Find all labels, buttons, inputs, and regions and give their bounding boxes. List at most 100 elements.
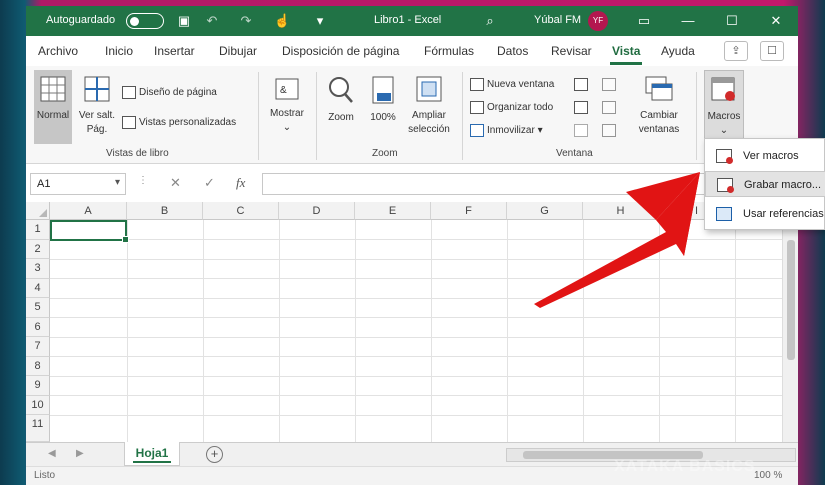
prev-sheet-icon[interactable]: ◀ bbox=[48, 448, 56, 459]
tab-vista[interactable]: Vista bbox=[609, 44, 643, 65]
ribbon-display-icon[interactable]: ▭ bbox=[636, 13, 652, 29]
view-macros-icon bbox=[716, 149, 733, 164]
cambiar-label: Cambiar bbox=[640, 110, 678, 121]
switch-windows-button[interactable]: Cambiar ventanas bbox=[628, 70, 690, 144]
row-header[interactable]: 10 bbox=[26, 395, 50, 415]
zoom-level[interactable]: 100 % bbox=[754, 470, 782, 481]
maximize-icon[interactable]: ☐ bbox=[724, 13, 740, 29]
tab-inicio[interactable]: Inicio bbox=[105, 44, 133, 58]
comments-icon[interactable]: ☐ bbox=[760, 41, 784, 61]
arrange-all-button[interactable]: Organizar todo bbox=[470, 99, 553, 117]
sheet-tab-hoja1[interactable]: Hoja1 bbox=[124, 442, 180, 466]
touch-mode-icon[interactable]: ☝ bbox=[274, 13, 290, 29]
macros-button[interactable]: Macros ⌄ bbox=[704, 70, 744, 144]
split-icon[interactable] bbox=[574, 76, 591, 94]
name-box[interactable]: A1 bbox=[30, 173, 126, 195]
share-icon[interactable]: ⇪ bbox=[724, 41, 748, 61]
column-header[interactable]: F bbox=[431, 202, 507, 220]
menu-item-label: Usar referencias relativas bbox=[743, 208, 825, 220]
select-all-corner[interactable] bbox=[26, 202, 50, 220]
row-header[interactable]: 8 bbox=[26, 356, 50, 376]
zoom-100-button[interactable]: 100% bbox=[364, 70, 402, 144]
close-icon[interactable]: ✕ bbox=[768, 13, 784, 29]
group-label-vistas: Vistas de libro bbox=[106, 148, 169, 159]
column-header[interactable]: A bbox=[50, 202, 127, 220]
tab-datos[interactable]: Datos bbox=[497, 44, 528, 58]
redo-icon[interactable]: ↷ bbox=[238, 13, 254, 29]
new-window-button[interactable]: Nueva ventana bbox=[470, 76, 554, 94]
column-header[interactable]: C bbox=[203, 202, 279, 220]
row-header[interactable]: 7 bbox=[26, 337, 50, 357]
tab-archivo[interactable]: Archivo bbox=[38, 44, 78, 58]
row-header[interactable]: 6 bbox=[26, 317, 50, 337]
undo-icon[interactable]: ↶ bbox=[204, 13, 220, 29]
zoom-100-label: 100% bbox=[370, 112, 396, 123]
menu-item-referencias-relativas[interactable]: Usar referencias relativas bbox=[705, 201, 825, 227]
reset-position-icon[interactable] bbox=[602, 122, 619, 140]
tab-formulas[interactable]: Fórmulas bbox=[424, 44, 474, 58]
cancel-icon[interactable]: ✕ bbox=[170, 175, 181, 191]
row-header[interactable]: 5 bbox=[26, 298, 50, 318]
search-icon[interactable]: ⌕ bbox=[482, 13, 498, 29]
page-layout-label: Diseño de página bbox=[139, 87, 217, 98]
selected-cell-a1[interactable] bbox=[50, 220, 129, 243]
tab-revisar[interactable]: Revisar bbox=[551, 44, 592, 58]
insert-function-icon[interactable]: fx bbox=[236, 175, 245, 191]
pointer-arrow bbox=[534, 172, 700, 308]
row-header[interactable]: 11 bbox=[26, 415, 50, 442]
side-by-side-icon[interactable] bbox=[602, 76, 619, 94]
row-header[interactable]: 4 bbox=[26, 278, 50, 298]
minimize-icon[interactable]: — bbox=[680, 13, 696, 29]
chevron-down-icon: ▾ bbox=[534, 125, 543, 136]
zoom-100-icon bbox=[372, 76, 394, 104]
row-header[interactable]: 9 bbox=[26, 376, 50, 396]
next-sheet-icon[interactable]: ▶ bbox=[76, 448, 84, 459]
row-header[interactable]: 3 bbox=[26, 259, 50, 279]
sync-scroll-icon[interactable] bbox=[602, 99, 619, 117]
menu-item-label: Grabar macro... bbox=[744, 179, 822, 191]
zoom-selection-button[interactable]: Ampliar selección bbox=[404, 70, 454, 144]
row-header[interactable]: 2 bbox=[26, 239, 50, 259]
tab-dibujar[interactable]: Dibujar bbox=[219, 44, 257, 58]
more-icon: ⋮ bbox=[138, 175, 148, 186]
unhide-icon[interactable] bbox=[574, 122, 591, 140]
freeze-panes-label: Inmovilizar bbox=[487, 125, 535, 136]
column-header[interactable]: D bbox=[279, 202, 355, 220]
custom-views-button[interactable]: Vistas personalizadas bbox=[122, 114, 236, 132]
menu-item-ver-macros[interactable]: Ver macros bbox=[705, 143, 825, 169]
autosave-toggle[interactable] bbox=[126, 13, 164, 29]
menu-item-grabar-macro[interactable]: Grabar macro... bbox=[705, 171, 825, 197]
vertical-scrollbar[interactable] bbox=[782, 220, 798, 442]
normal-view-button[interactable]: Normal bbox=[34, 70, 72, 144]
magnifier-icon bbox=[329, 77, 353, 103]
scroll-thumb[interactable] bbox=[787, 240, 795, 360]
watermark: XATAKA BASICS bbox=[614, 458, 756, 475]
customize-toolbar-icon[interactable]: ▾ bbox=[312, 13, 328, 29]
zoom-label: Zoom bbox=[328, 112, 354, 123]
add-sheet-button[interactable]: + bbox=[206, 446, 223, 463]
row-header[interactable]: 1 bbox=[26, 220, 50, 240]
tab-disposicion[interactable]: Disposición de página bbox=[282, 44, 399, 58]
enter-icon[interactable]: ✓ bbox=[204, 175, 215, 191]
zoom-button[interactable]: Zoom bbox=[322, 70, 360, 144]
switch-windows-icon bbox=[645, 76, 673, 101]
pag-label: Pág. bbox=[86, 124, 108, 135]
column-header[interactable]: B bbox=[127, 202, 203, 220]
new-window-icon bbox=[470, 77, 484, 91]
macros-menu: Ver macros Grabar macro... Usar referenc… bbox=[704, 138, 825, 230]
mostrar-button[interactable]: & Mostrar ⌄ bbox=[266, 70, 308, 144]
tab-ayuda[interactable]: Ayuda bbox=[661, 44, 695, 58]
macros-label: Macros bbox=[707, 111, 741, 122]
column-header[interactable]: E bbox=[355, 202, 431, 220]
autosave-label: Autoguardado bbox=[46, 14, 116, 26]
page-break-view-button[interactable]: Ver salt. Pág. bbox=[76, 70, 118, 144]
save-icon[interactable]: ▣ bbox=[176, 13, 192, 29]
freeze-panes-button[interactable]: Inmovilizar ▾ bbox=[470, 122, 543, 140]
avatar[interactable]: YF bbox=[588, 11, 608, 31]
ribbon-vista: Normal Ver salt. Pág. Diseño de página V… bbox=[26, 66, 798, 164]
page-layout-button[interactable]: Diseño de página bbox=[122, 84, 217, 102]
svg-text:&: & bbox=[280, 85, 287, 96]
hide-icon[interactable] bbox=[574, 99, 591, 117]
group-label-zoom: Zoom bbox=[372, 148, 398, 159]
tab-insertar[interactable]: Insertar bbox=[154, 44, 195, 58]
